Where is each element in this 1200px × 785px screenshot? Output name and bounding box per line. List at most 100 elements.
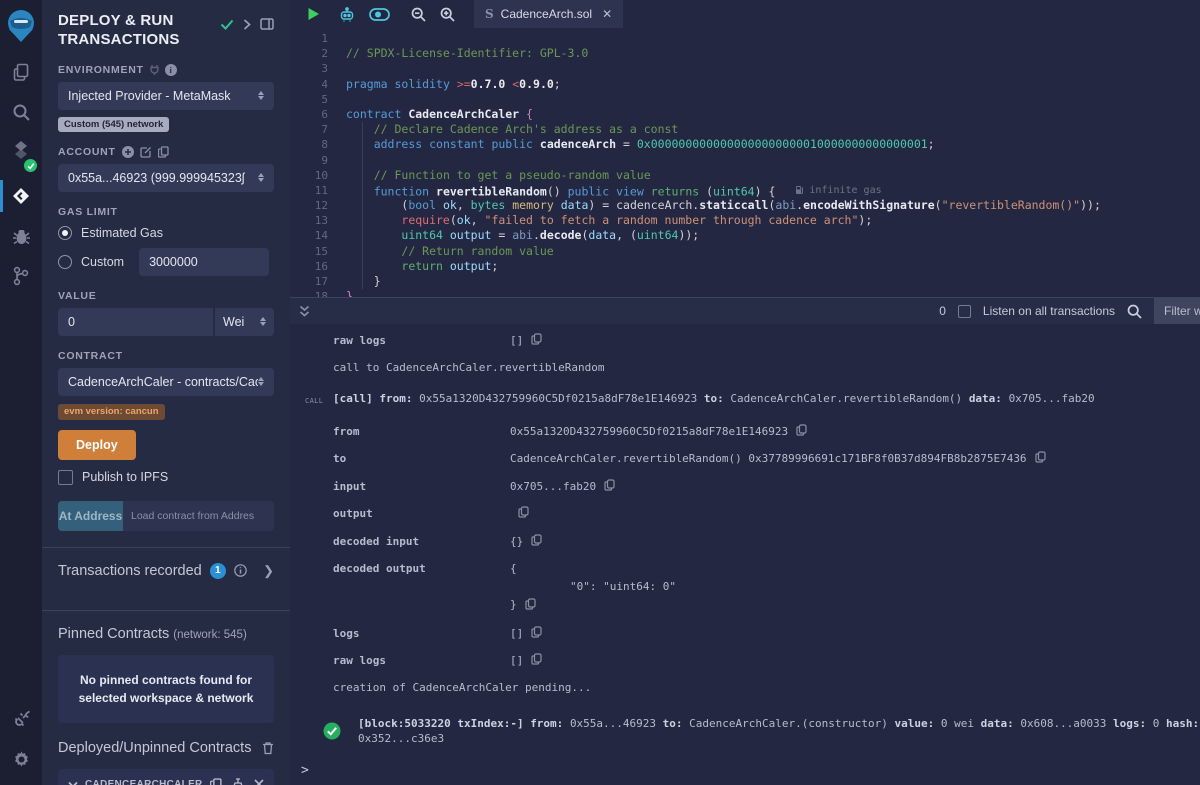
code-line[interactable]: 13 require(ok, "failed to fetch a random… [290, 213, 1200, 228]
code-line[interactable]: 1 [290, 31, 1200, 46]
copy-icon[interactable] [531, 653, 542, 665]
remix-logo-icon[interactable] [0, 0, 42, 52]
code-line[interactable]: 14 uint64 output = abi.decode(data, (uin… [290, 228, 1200, 243]
terminal-prompt[interactable]: > [301, 763, 309, 778]
network-badge: Custom (545) network [58, 117, 169, 132]
value-input[interactable] [58, 308, 213, 336]
copy-icon[interactable] [525, 598, 536, 610]
custom-gas-radio[interactable]: Custom [58, 255, 124, 269]
terminal-row-label: decoded input [333, 534, 510, 549]
pin-contract-icon[interactable] [232, 778, 244, 785]
collapse-terminal-icon[interactable] [299, 305, 310, 318]
code-line[interactable]: 10 // Function to get a pseudo-random va… [290, 168, 1200, 183]
pin-panel-icon[interactable] [260, 18, 274, 30]
git-icon[interactable] [0, 256, 42, 296]
terminal-row[interactable]: raw logs[] [333, 653, 1200, 668]
terminal-row[interactable]: raw logs[] [333, 333, 1200, 348]
plugin-manager-icon[interactable] [0, 699, 42, 739]
code-line[interactable]: 4pragma solidity >=0.7.0 <0.9.0; [290, 77, 1200, 92]
close-tab-icon[interactable]: ✕ [602, 7, 612, 21]
ai-assistant-icon[interactable] [339, 7, 355, 22]
account-select[interactable]: 0x55a...46923 (999.999945323ʃ [58, 164, 274, 192]
copy-icon[interactable] [796, 424, 807, 436]
copy-icon[interactable] [531, 534, 542, 546]
terminal-search-icon[interactable] [1127, 304, 1142, 319]
copy-icon[interactable] [531, 333, 542, 345]
copy-icon[interactable] [1035, 451, 1046, 463]
code-line[interactable]: 3 [290, 61, 1200, 76]
terminal-row[interactable]: toCadenceArchCaler.revertibleRandom() 0x… [333, 451, 1200, 466]
code-line[interactable]: 11 function revertibleRandom() public vi… [290, 183, 1200, 198]
contract-select[interactable]: CadenceArchCaler - contracts/Cac [58, 368, 274, 396]
copy-icon[interactable] [531, 626, 542, 638]
add-account-icon[interactable] [122, 146, 134, 158]
debugger-icon[interactable] [0, 216, 42, 256]
zoom-out-icon[interactable] [411, 7, 426, 22]
chevron-updown-icon [260, 317, 266, 326]
copy-account-icon[interactable] [158, 146, 169, 158]
close-contract-icon[interactable] [254, 779, 264, 785]
tab-cadencearch-sol[interactable]: S CadenceArch.sol ✕ [474, 0, 623, 28]
code-text: // SPDX-License-Identifier: GPL-3.0 [346, 46, 1200, 61]
search-icon[interactable] [0, 92, 42, 132]
deploy-run-icon[interactable] [0, 176, 42, 216]
code-area[interactable]: 12// SPDX-License-Identifier: GPL-3.034p… [290, 28, 1200, 297]
code-text: } [346, 274, 1200, 289]
deployed-contract-name: CADENCEARCHCALER AT 0X [85, 779, 203, 785]
remix-ide: DEPLOY & RUN TRANSACTIONS ENVIRONMENT i … [0, 0, 1200, 785]
code-line[interactable]: 18} [290, 289, 1200, 297]
settings-gear-icon[interactable] [0, 739, 42, 779]
run-script-icon[interactable] [307, 7, 320, 21]
code-line[interactable]: 17 } [290, 274, 1200, 289]
copilot-toggle-icon[interactable] [369, 8, 390, 21]
copy-address-icon[interactable] [210, 778, 222, 785]
terminal-row[interactable]: decoded input{} [333, 534, 1200, 549]
terminal-row[interactable]: creation of CadenceArchCaler pending... [333, 681, 1200, 694]
transactions-info-icon[interactable] [234, 564, 247, 577]
terminal-row[interactable]: CALL[call] from: 0x55a1320D432759960C5Df… [333, 391, 1200, 406]
code-line[interactable]: 2// SPDX-License-Identifier: GPL-3.0 [290, 46, 1200, 61]
deployed-contract-card: CADENCEARCHCALER AT 0X Balance: 0 ETH ca… [58, 769, 274, 785]
publish-ipfs-checkbox[interactable]: Publish to IPFS [58, 470, 274, 485]
terminal-row[interactable]: logs[] [333, 626, 1200, 641]
environment-info-icon[interactable]: i [165, 64, 177, 76]
code-line[interactable]: 8 address constant public cadenceArch = … [290, 137, 1200, 152]
zoom-in-icon[interactable] [440, 7, 455, 22]
at-address-input[interactable] [123, 501, 274, 531]
chevron-down-icon[interactable] [68, 781, 78, 785]
code-line[interactable]: 7 // Declare Cadence Arch's address as a… [290, 122, 1200, 137]
terminal-row[interactable]: [block:5033220 txIndex:-] from: 0x55a...… [323, 716, 1200, 746]
estimated-gas-radio[interactable]: Estimated Gas [58, 226, 274, 240]
at-address-button[interactable]: At Address [58, 501, 123, 531]
code-line[interactable]: 9 [290, 153, 1200, 168]
code-line[interactable]: 12 (bool ok, bytes memory data) = cadenc… [290, 198, 1200, 213]
code-line[interactable]: 5 [290, 92, 1200, 107]
listen-all-checkbox[interactable] [958, 305, 971, 318]
deploy-button[interactable]: Deploy [58, 430, 136, 460]
copy-icon[interactable] [604, 479, 615, 491]
solidity-compiler-icon[interactable] [0, 132, 42, 176]
sign-message-icon[interactable] [140, 146, 152, 158]
terminal-log[interactable]: raw logs[] call to CadenceArchCaler.rever… [290, 324, 1200, 785]
transactions-recorded-row[interactable]: Transactions recorded 1 ❯ [58, 548, 274, 594]
terminal-row[interactable]: input0x705...fab20 [333, 479, 1200, 494]
terminal-row[interactable]: from0x55a1320D432759960C5Df0215a8dF78e1E… [333, 424, 1200, 439]
custom-gas-input[interactable] [139, 248, 269, 276]
line-number: 9 [290, 153, 346, 168]
value-unit-select[interactable]: Wei [215, 308, 274, 336]
code-line[interactable]: 6contract CadenceArchCaler { [290, 107, 1200, 122]
terminal-row[interactable]: decoded output{"0": "uint64: 0"} [333, 561, 1200, 613]
terminal-row[interactable]: call to CadenceArchCaler.revertibleRando… [333, 361, 1200, 374]
terminal-row-label: logs [333, 626, 510, 641]
file-explorer-icon[interactable] [0, 52, 42, 92]
line-number: 18 [290, 289, 346, 297]
terminal-filter-input[interactable] [1154, 298, 1200, 324]
trash-icon[interactable] [262, 741, 274, 755]
panel-forward-icon[interactable] [243, 19, 251, 30]
copy-icon[interactable] [518, 506, 529, 518]
terminal-row[interactable]: output [333, 506, 1200, 521]
code-line[interactable]: 16 return output; [290, 259, 1200, 274]
code-line[interactable]: 15 // Return random value [290, 244, 1200, 259]
environment-select[interactable]: Injected Provider - MetaMask [58, 82, 274, 110]
line-number: 13 [290, 213, 346, 228]
